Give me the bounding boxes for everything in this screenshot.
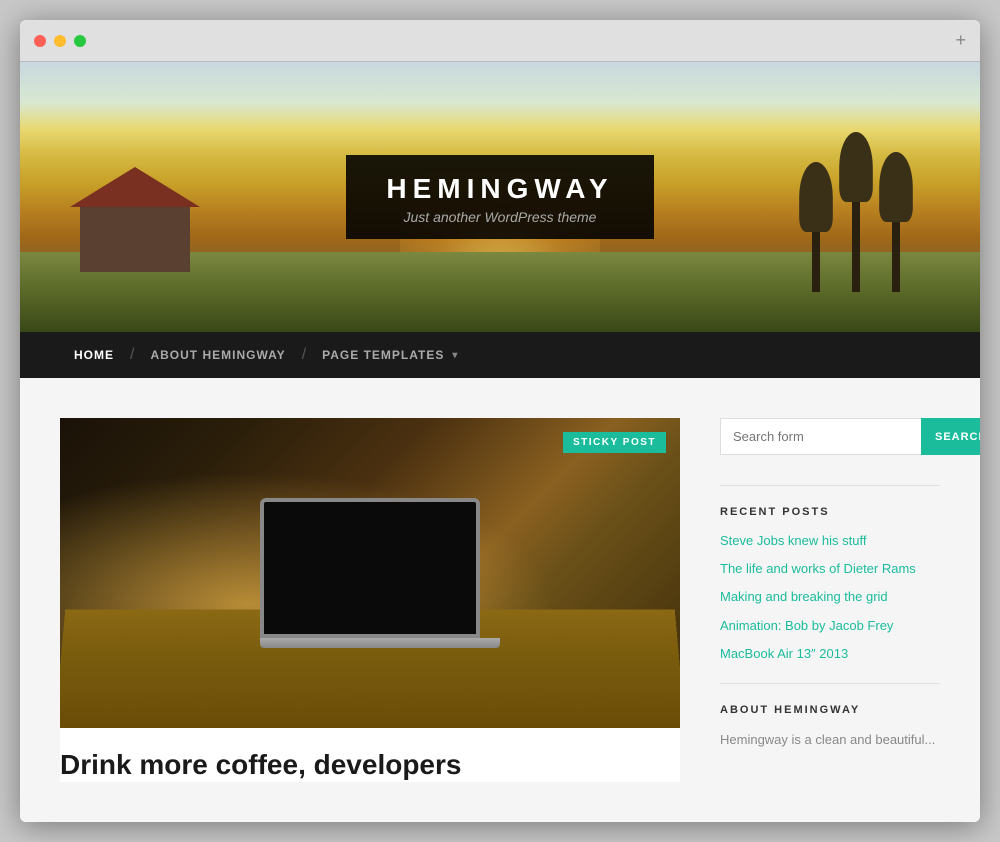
site-subtitle: Just another WordPress theme	[386, 209, 613, 225]
close-dot[interactable]	[34, 35, 46, 47]
site-title: HEMINGWAY	[386, 173, 613, 205]
recent-post-link[interactable]: Steve Jobs knew his stuff	[720, 532, 940, 550]
sidebar: SEARCH RECENT POSTS Steve Jobs knew his …	[720, 418, 940, 782]
post-card: STICKY POST Drink more coffee, developer…	[60, 418, 680, 782]
about-text: Hemingway is a clean and beautiful...	[720, 730, 940, 751]
main-content: STICKY POST Drink more coffee, developer…	[20, 378, 980, 822]
minimize-dot[interactable]	[54, 35, 66, 47]
search-input[interactable]	[720, 418, 921, 455]
tree-icon	[892, 212, 900, 292]
posts-area: STICKY POST Drink more coffee, developer…	[60, 418, 680, 782]
nav-item-home[interactable]: HOME	[60, 332, 128, 378]
recent-post-link[interactable]: Animation: Bob by Jacob Frey	[720, 617, 940, 635]
nav-item-page-templates[interactable]: PAGE TEMPLATES ▾	[308, 332, 472, 378]
recent-post-link[interactable]: Making and breaking the grid	[720, 588, 940, 606]
plus-button[interactable]: +	[955, 30, 966, 51]
laptop-screen	[260, 498, 480, 638]
browser-window: + HEMINGWAY Just another WordPress theme…	[20, 20, 980, 822]
post-featured-image: STICKY POST	[60, 418, 680, 728]
navigation: HOME / ABOUT HEMINGWAY / PAGE TEMPLATES …	[20, 332, 980, 378]
sticky-post-badge: STICKY POST	[563, 432, 666, 453]
recent-post-link[interactable]: MacBook Air 13″ 2013	[720, 645, 940, 663]
laptop-illustration	[260, 498, 480, 648]
laptop-scene	[60, 418, 680, 728]
search-button[interactable]: SEARCH	[921, 418, 980, 455]
laptop-base	[260, 638, 500, 648]
search-form: SEARCH	[720, 418, 940, 455]
nav-separator: /	[300, 346, 308, 364]
about-heading: ABOUT HEMINGWAY	[720, 704, 940, 716]
recent-posts-heading: RECENT POSTS	[720, 506, 940, 518]
nav-item-about[interactable]: ABOUT HEMINGWAY	[136, 332, 299, 378]
site-title-box: HEMINGWAY Just another WordPress theme	[346, 155, 653, 239]
post-title: Drink more coffee, developers	[60, 728, 680, 782]
nav-separator: /	[128, 346, 136, 364]
browser-chrome: +	[20, 20, 980, 62]
hero-section: HEMINGWAY Just another WordPress theme	[20, 62, 980, 332]
tree-icon	[812, 222, 820, 292]
sidebar-divider	[720, 485, 940, 486]
chevron-down-icon: ▾	[452, 350, 458, 361]
sidebar-divider	[720, 683, 940, 684]
recent-post-link[interactable]: The life and works of Dieter Rams	[720, 560, 940, 578]
maximize-dot[interactable]	[74, 35, 86, 47]
tree-icon	[852, 192, 860, 292]
barn-illustration	[80, 202, 190, 272]
